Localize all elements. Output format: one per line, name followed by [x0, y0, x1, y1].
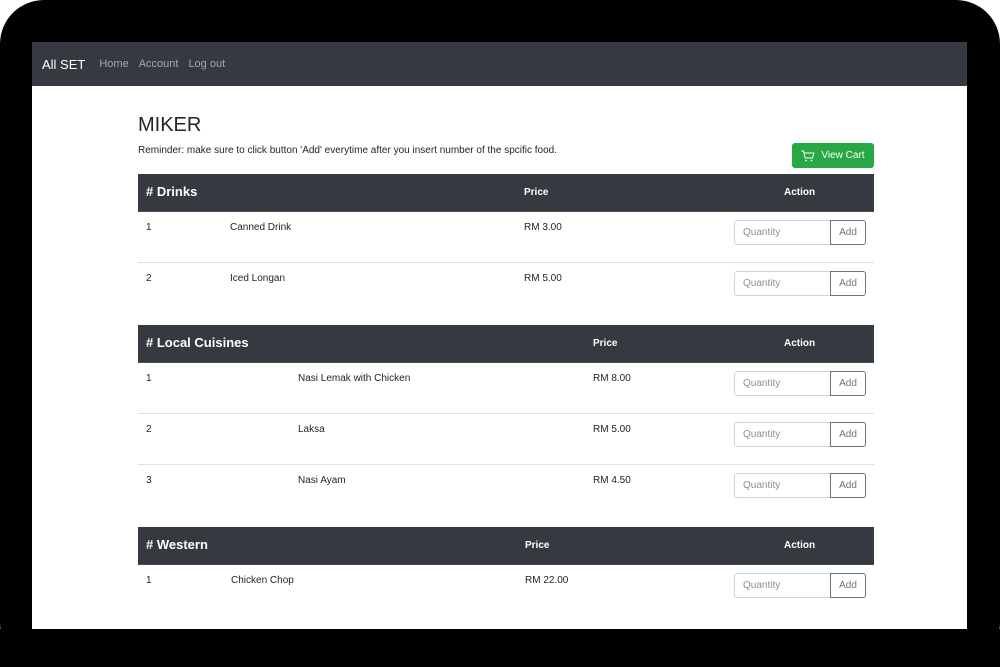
category-title: # Local Cuisines [146, 335, 249, 350]
quantity-input[interactable] [734, 473, 831, 498]
table-row: 1 Nasi Lemak with Chicken RM 8.00 Add [138, 363, 874, 414]
top-navbar: All SET Home Account Log out [32, 42, 967, 86]
item-name: Laksa [298, 424, 325, 435]
item-price: RM 3.00 [524, 222, 562, 233]
item-number: 2 [146, 273, 152, 284]
table-header: # Drinks Price Action [138, 174, 874, 212]
reminder-text: Reminder: make sure to click button 'Add… [138, 145, 558, 156]
nav-link-account[interactable]: Account [139, 58, 179, 70]
nav-link-home[interactable]: Home [99, 58, 128, 70]
table-row: 2 Laksa RM 5.00 Add [138, 414, 874, 465]
view-cart-button[interactable]: View Cart [792, 143, 874, 168]
add-button[interactable]: Add [830, 371, 866, 396]
item-price: RM 5.00 [524, 273, 562, 284]
table-row: 1 Canned Drink RM 3.00 Add [138, 212, 874, 263]
add-button[interactable]: Add [830, 220, 866, 245]
item-name: Iced Longan [230, 273, 286, 284]
category-title: # Western [146, 537, 208, 552]
add-button[interactable]: Add [830, 473, 866, 498]
item-number: 1 [146, 222, 152, 233]
item-name: Nasi Lemak with Chicken [298, 373, 411, 384]
view-cart-label: View Cart [821, 150, 865, 161]
category-title: # Drinks [146, 184, 198, 199]
app-screen: All SET Home Account Log out MIKER Remin… [32, 42, 967, 629]
table-header: # Western Price Action [138, 527, 874, 565]
add-button[interactable]: Add [830, 573, 866, 598]
menu-table-local-cuisines: # Local Cuisines Price Action 1 Nasi Lem… [138, 325, 874, 516]
item-price: RM 8.00 [593, 373, 631, 384]
item-name: Nasi Ayam [298, 475, 346, 486]
action-header: Action [784, 540, 816, 551]
navbar-brand[interactable]: All SET [42, 57, 85, 72]
price-header: Price [524, 187, 549, 198]
item-name: Chicken Chop [231, 575, 294, 586]
table-row: 2 Iced Longan RM 5.00 Add [138, 263, 874, 314]
price-header: Price [593, 338, 618, 349]
add-button[interactable]: Add [830, 422, 866, 447]
cart-icon [801, 150, 816, 161]
quantity-input[interactable] [734, 422, 831, 447]
quantity-input[interactable] [734, 573, 831, 598]
item-number: 3 [146, 475, 152, 486]
add-button[interactable]: Add [830, 271, 866, 296]
table-header: # Local Cuisines Price Action [138, 325, 874, 363]
quantity-input[interactable] [734, 371, 831, 396]
item-name: Canned Drink [230, 222, 292, 233]
price-header: Price [525, 540, 550, 551]
page-title: MIKER [138, 114, 202, 136]
item-price: RM 22.00 [525, 575, 569, 586]
item-price: RM 4.50 [593, 475, 631, 486]
menu-table-western: # Western Price Action 1 Chicken Chop RM… [138, 527, 874, 616]
table-row: 3 Nasi Ayam RM 4.50 Add [138, 465, 874, 516]
nav-link-logout[interactable]: Log out [188, 58, 225, 70]
action-header: Action [784, 338, 816, 349]
quantity-input[interactable] [734, 271, 831, 296]
device-bezel-bottom [0, 629, 1000, 667]
table-row: 1 Chicken Chop RM 22.00 Add [138, 565, 874, 616]
quantity-input[interactable] [734, 220, 831, 245]
item-number: 1 [146, 575, 152, 586]
menu-table-drinks: # Drinks Price Action 1 Canned Drink RM … [138, 174, 874, 314]
item-price: RM 5.00 [593, 424, 631, 435]
action-header: Action [784, 187, 816, 198]
item-number: 1 [146, 373, 152, 384]
item-number: 2 [146, 424, 152, 435]
